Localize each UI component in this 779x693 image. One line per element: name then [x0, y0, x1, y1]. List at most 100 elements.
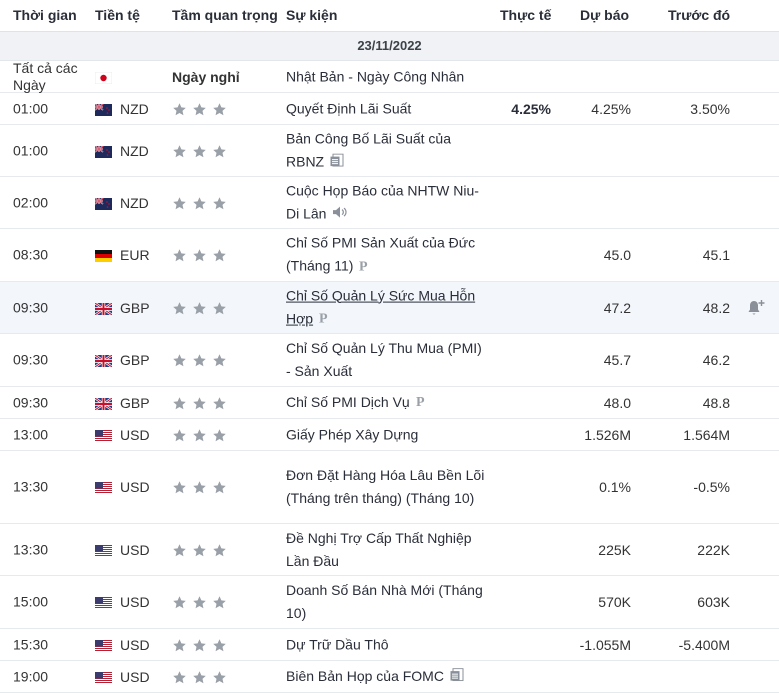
- table-row[interactable]: 13:00 USD Giấy Phép Xây Dựng 1.526M 1.564M: [0, 419, 779, 451]
- date-row: 23/11/2022: [0, 32, 779, 61]
- event-name[interactable]: Đơn Đặt Hàng Hóa Lâu Bền Lõi (Tháng trên…: [286, 464, 486, 510]
- table-row[interactable]: 08:30 EUR Chỉ Số PMI Sản Xuất của Đức (Thá…: [0, 229, 779, 282]
- event-name[interactable]: Nhật Bản - Ngày Công Nhân: [286, 65, 486, 88]
- star-icon: [192, 670, 207, 684]
- event-time: 09:30: [13, 299, 49, 315]
- star-icon: [212, 102, 227, 116]
- star-icon: [172, 595, 187, 609]
- table-row[interactable]: 02:00 NZD Cuộc Họp Báo của NHTW Niu-Di Lân: [0, 177, 779, 229]
- previous-value: 45.1: [702, 247, 730, 263]
- table-row[interactable]: 15:00 USD Doanh Số Bán Nhà Mới (Tháng 10) 5…: [0, 576, 779, 629]
- importance-stars: [172, 353, 232, 367]
- forecast-value: 45.7: [603, 352, 631, 368]
- currency-code: NZD: [120, 100, 149, 117]
- star-icon: [212, 670, 227, 684]
- event-name[interactable]: Giấy Phép Xây Dựng: [286, 423, 486, 446]
- event-time: 02:00: [13, 194, 49, 210]
- event-name[interactable]: Cuộc Họp Báo của NHTW Niu-Di Lân: [286, 179, 486, 226]
- star-icon: [212, 248, 227, 262]
- importance-stars: [172, 480, 232, 494]
- svg-text:P: P: [319, 312, 328, 324]
- table-row[interactable]: 19:00 USD Biên Bản Họp của FOMC: [0, 661, 779, 693]
- add-alert-bell-icon[interactable]: [746, 299, 766, 317]
- event-time: 01:00: [13, 100, 49, 116]
- previous-value: 603K: [697, 594, 730, 610]
- importance-stars: [172, 102, 232, 116]
- event-name[interactable]: Quyết Định Lãi Suất: [286, 97, 486, 120]
- forecast-value: 1.526M: [584, 426, 631, 443]
- header-importance[interactable]: Tầm quan trọng: [172, 7, 278, 23]
- table-row[interactable]: 01:00 NZD Quyết Định Lãi Suất 4.25% 4.25% 3.5…: [0, 93, 779, 125]
- event-title[interactable]: Đề Nghị Trợ Cấp Thất Nghiệp Lần Đầu: [286, 530, 472, 569]
- event-time: 13:30: [13, 478, 49, 495]
- star-icon: [212, 595, 227, 609]
- us-flag-icon: [95, 429, 112, 442]
- event-title[interactable]: Nhật Bản - Ngày Công Nhân: [286, 68, 464, 84]
- table-row[interactable]: 13:30 USD Đề Nghị Trợ Cấp Thất Nghiệp Lần …: [0, 524, 779, 576]
- uk-flag-icon: [94, 396, 113, 411]
- event-time: 15:00: [13, 593, 49, 610]
- event-name[interactable]: Chỉ Số Quản Lý Sức Mua Hỗn Hợp P: [286, 284, 486, 331]
- us-flag-icon: [95, 671, 112, 684]
- preliminary-icon: P: [359, 255, 370, 278]
- header-forecast[interactable]: Dự báo: [580, 7, 629, 23]
- importance-stars: [172, 248, 232, 262]
- event-title[interactable]: Dự Trữ Dầu Thô: [286, 636, 389, 652]
- event-name[interactable]: Đề Nghị Trợ Cấp Thất Nghiệp Lần Đầu: [286, 527, 486, 573]
- event-name[interactable]: Dự Trữ Dầu Thô: [286, 633, 486, 656]
- table-row[interactable]: 09:30 GBP Chỉ Số Quản Lý Sức Mua Hỗn Hợp P 4…: [0, 282, 779, 334]
- previous-value: 1.564M: [683, 426, 730, 443]
- importance-stars: [172, 670, 232, 684]
- importance-stars: [172, 428, 232, 442]
- forecast-value: -1.055M: [579, 636, 631, 653]
- forecast-value: 48.0: [603, 394, 631, 411]
- event-time: 08:30: [13, 246, 49, 263]
- table-row[interactable]: 13:30 USD Đơn Đặt Hàng Hóa Lâu Bền Lõi (Th…: [0, 451, 779, 524]
- header-previous[interactable]: Trước đó: [668, 7, 730, 23]
- event-title[interactable]: Bản Công Bố Lãi Suất của RBNZ: [286, 130, 451, 169]
- table-header: Thời gian Tiền tệ Tầm quan trọng Sự kiện…: [0, 0, 779, 32]
- event-name[interactable]: Chỉ Số Quản Lý Thu Mua (PMI) - Sản Xuất: [286, 337, 486, 383]
- event-title[interactable]: Chỉ Số PMI Dịch Vụ: [286, 394, 410, 410]
- event-title[interactable]: Doanh Số Bán Nhà Mới (Tháng 10): [286, 582, 483, 621]
- header-actual[interactable]: Thực tế: [500, 7, 551, 23]
- star-icon: [212, 396, 227, 410]
- event-name[interactable]: Chỉ Số PMI Sản Xuất của Đức (Tháng 11) P: [286, 232, 486, 279]
- event-time: 19:00: [13, 668, 49, 684]
- event-title[interactable]: Chỉ Số Quản Lý Thu Mua (PMI) - Sản Xuất: [286, 340, 482, 379]
- star-icon: [172, 353, 187, 367]
- event-time: 13:00: [13, 426, 49, 442]
- event-name[interactable]: Chỉ Số PMI Dịch Vụ P: [286, 391, 486, 415]
- event-title[interactable]: Đơn Đặt Hàng Hóa Lâu Bền Lõi (Tháng trên…: [286, 467, 484, 506]
- actual-value: 4.25%: [511, 100, 551, 117]
- event-name[interactable]: Biên Bản Họp của FOMC: [286, 665, 486, 689]
- event-list: Tất cả các Ngày Ngày nghỉ Nhật Bản - Ngày …: [0, 60, 779, 693]
- event-title[interactable]: Chỉ Số PMI Sản Xuất của Đức (Tháng 11): [286, 235, 475, 274]
- star-icon: [212, 638, 227, 652]
- event-name[interactable]: Doanh Số Bán Nhà Mới (Tháng 10): [286, 579, 486, 625]
- previous-value: 48.8: [702, 394, 730, 411]
- table-row[interactable]: 09:30 GBP Chỉ Số Quản Lý Thu Mua (PMI) - S…: [0, 334, 779, 387]
- event-title[interactable]: Biên Bản Họp của FOMC: [286, 668, 444, 684]
- star-icon: [192, 480, 207, 494]
- currency-code: GBP: [120, 352, 150, 368]
- event-time: 09:30: [13, 351, 49, 368]
- event-title[interactable]: Quyết Định Lãi Suất: [286, 100, 411, 116]
- table-row[interactable]: Tất cả các Ngày Ngày nghỉ Nhật Bản - Ngày …: [0, 60, 779, 93]
- event-title[interactable]: Cuộc Họp Báo của NHTW Niu-Di Lân: [286, 182, 479, 221]
- star-icon: [212, 196, 227, 210]
- header-time[interactable]: Thời gian: [13, 7, 77, 23]
- event-name[interactable]: Bản Công Bố Lãi Suất của RBNZ: [286, 127, 486, 174]
- header-currency[interactable]: Tiền tệ: [95, 7, 140, 23]
- table-row[interactable]: 15:30 USD Dự Trữ Dầu Thô -1.055M -5.400M: [0, 629, 779, 661]
- document-icon: [450, 665, 464, 688]
- star-icon: [212, 480, 227, 494]
- star-icon: [192, 353, 207, 367]
- table-row[interactable]: 01:00 NZD Bản Công Bố Lãi Suất của RBNZ: [0, 125, 779, 177]
- forecast-value: 570K: [598, 594, 631, 610]
- star-icon: [212, 353, 227, 367]
- header-event[interactable]: Sự kiện: [286, 7, 337, 23]
- event-title[interactable]: Giấy Phép Xây Dựng: [286, 426, 418, 442]
- event-title[interactable]: Chỉ Số Quản Lý Sức Mua Hỗn Hợp: [286, 287, 475, 326]
- table-row[interactable]: 09:30 GBP Chỉ Số PMI Dịch Vụ P 48.0 48.8: [0, 387, 779, 419]
